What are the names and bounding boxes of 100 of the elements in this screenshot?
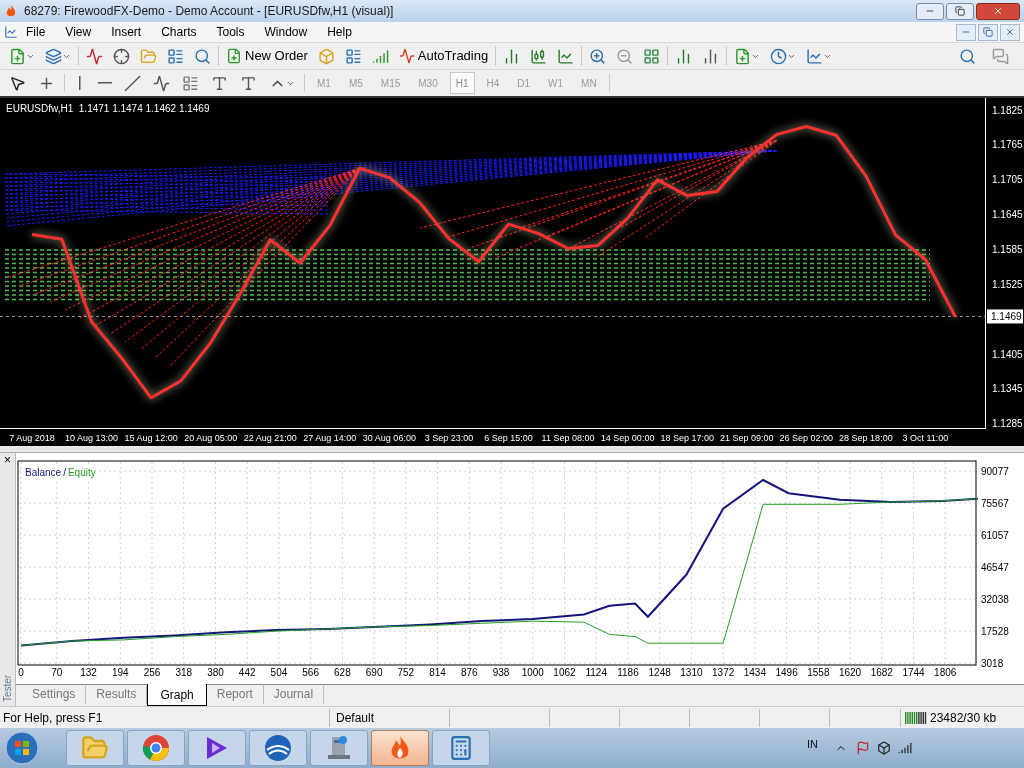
axis-tick-label: 70 [51, 667, 63, 678]
axis-tick-label: 3018 [981, 658, 1004, 669]
line-chart-icon [557, 47, 575, 65]
menu-item[interactable]: Tools [216, 23, 245, 41]
timeframe-button[interactable]: H1 [449, 72, 475, 94]
browser-icon [142, 734, 170, 762]
signal-icon[interactable] [898, 741, 912, 755]
menu-item[interactable]: Insert [111, 23, 142, 41]
axis-tick-label: 194 [111, 667, 129, 678]
price-label: 1.1525 [992, 278, 1023, 290]
taskbar-button[interactable] [188, 730, 246, 766]
time-label: 15 Aug 12:00 [124, 433, 178, 443]
axis-tick-label: 1496 [775, 667, 798, 678]
close-button[interactable]: × [4, 453, 11, 467]
box-icon[interactable] [877, 741, 891, 755]
axis-tick-label: 380 [207, 667, 224, 678]
candlestick-icon [530, 47, 548, 65]
axis-tick-label: 504 [270, 667, 288, 678]
clock-icon [770, 47, 788, 65]
price-label: 1.1285 [992, 418, 1023, 430]
taskbar-button[interactable] [127, 730, 185, 766]
zoom-in-icon [589, 47, 607, 65]
tab[interactable]: Graph [147, 684, 207, 706]
taskbar-button[interactable] [249, 730, 307, 766]
time-label: 26 Sep 02:00 [779, 433, 834, 443]
computer-icon [325, 734, 353, 762]
legend-label: Equity [67, 466, 96, 480]
close-button[interactable] [1000, 23, 1020, 41]
menu-item[interactable]: Charts [161, 23, 197, 41]
time-label: 14 Sep 00:00 [600, 433, 655, 443]
auto-trading-button[interactable]: AutoTrading [395, 45, 492, 67]
axis-tick-label: 1310 [680, 667, 703, 678]
start-button[interactable] [2, 730, 42, 766]
search-icon [959, 47, 976, 65]
minimize-button[interactable] [916, 2, 944, 20]
axis-tick-label: 938 [492, 667, 510, 678]
time-label: 10 Aug 13:00 [65, 433, 119, 443]
trend-line-icon [124, 74, 141, 92]
axis-tick-label: 1248 [648, 667, 671, 678]
timeframe-button[interactable]: W1 [542, 72, 570, 94]
axis-tick-label: 90077 [981, 466, 1009, 477]
timeframe-button[interactable]: M1 [311, 72, 337, 94]
axis-tick-label: 1620 [838, 667, 862, 678]
axis-tick-label: 1000 [521, 667, 544, 678]
panel-title: Tester [1, 674, 14, 703]
timeframe-button[interactable]: M5 [342, 72, 369, 94]
language-indicator[interactable]: IN [807, 735, 818, 753]
box-icon [317, 47, 335, 65]
new-chart-icon [9, 47, 26, 65]
tab[interactable]: Settings [22, 684, 87, 704]
menu-item[interactable]: Help [327, 23, 352, 41]
timeframe-button[interactable]: MN [575, 72, 603, 94]
axis-tick-label: 814 [429, 667, 446, 678]
axis-tick-label: 256 [143, 667, 161, 678]
cursor-icon [9, 74, 26, 92]
axis-tick-label: 1558 [807, 667, 830, 678]
axis-tick-label: 1124 [585, 667, 607, 678]
menu-item[interactable]: Window [264, 23, 308, 41]
price-label: 1.1825 [992, 104, 1023, 116]
menu-item[interactable]: View [65, 23, 92, 41]
axis-tick-label: 318 [175, 667, 193, 678]
axis-tick-label: 1434 [743, 667, 766, 678]
chart-icon [86, 47, 103, 65]
time-label: 7 Aug 2018 [9, 433, 55, 443]
tab[interactable]: Report [206, 684, 264, 704]
price-label: 1.1705 [992, 174, 1023, 186]
taskbar-button[interactable] [432, 730, 490, 766]
folder-icon [140, 47, 157, 65]
axis-tick-label: 132 [80, 667, 97, 678]
timeframe-button[interactable]: D1 [511, 72, 537, 94]
menu-item[interactable]: File [26, 23, 46, 41]
flag-icon[interactable] [856, 741, 870, 755]
timeframe-button[interactable]: M15 [374, 72, 407, 94]
taskbar-button[interactable] [310, 730, 368, 766]
close-button[interactable] [976, 2, 1020, 20]
restore-button[interactable] [978, 23, 998, 41]
taskbar-button[interactable] [371, 730, 429, 766]
document-plus-icon [734, 47, 752, 65]
axis-tick-label: 1682 [870, 667, 893, 678]
time-label: 11 Sep 08:00 [541, 433, 595, 443]
axis-tick-label: 75567 [981, 498, 1009, 509]
tab[interactable]: Journal [263, 684, 325, 704]
close-icon [1005, 27, 1015, 37]
axis-tick-label: 17528 [981, 626, 1009, 637]
legend-label: Balance [25, 466, 62, 480]
axis-tick-label: 876 [460, 667, 478, 678]
new-order-button[interactable]: New Order [223, 45, 311, 67]
restore-button[interactable] [946, 2, 974, 20]
flame-icon [4, 4, 18, 18]
axis-tick-label: 442 [238, 667, 256, 678]
timeframe-button[interactable]: H4 [480, 72, 506, 94]
connection-bars-icon [905, 711, 927, 724]
axis-tick-label: 1062 [553, 667, 576, 678]
axis-tick-label: 0 [18, 667, 24, 678]
timeframe-button[interactable]: M30 [412, 72, 444, 94]
close-icon [993, 6, 1003, 16]
current-price-label: 1.1469 [987, 309, 1023, 324]
time-label: 3 Oct 11:00 [902, 433, 949, 443]
axis-tick-label: 1806 [934, 667, 957, 678]
grid-icon [643, 47, 661, 65]
